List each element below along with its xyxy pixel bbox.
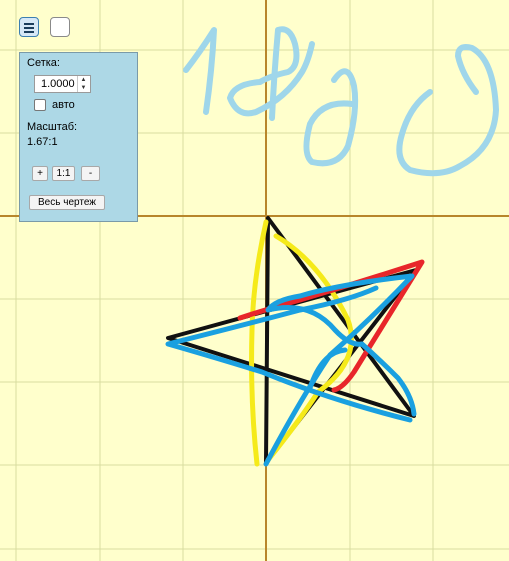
zoom-in-button[interactable]: + bbox=[32, 166, 48, 181]
fit-drawing-button[interactable]: Весь чертеж bbox=[29, 195, 105, 210]
scale-label: Масштаб: bbox=[27, 121, 78, 133]
grid-size-value: 1.0000 bbox=[41, 78, 75, 90]
scale-value: 1.67:1 bbox=[27, 136, 58, 148]
blank-tool-button[interactable] bbox=[50, 17, 70, 37]
grid-size-stepper[interactable]: ▲ ▼ bbox=[77, 76, 89, 92]
menu-button[interactable] bbox=[19, 17, 39, 37]
grid-label: Сетка: bbox=[27, 57, 60, 69]
auto-checkbox[interactable] bbox=[34, 99, 46, 111]
grid-settings-panel: Сетка: 1.0000 ▲ ▼ авто Масштаб: 1.67:1 +… bbox=[19, 52, 138, 222]
auto-label: авто bbox=[52, 99, 75, 111]
reset-scale-button[interactable]: 1:1 bbox=[52, 166, 75, 181]
stepper-down-icon[interactable]: ▼ bbox=[78, 84, 89, 92]
zoom-out-button[interactable]: - bbox=[81, 166, 100, 181]
stepper-up-icon[interactable]: ▲ bbox=[78, 76, 89, 84]
